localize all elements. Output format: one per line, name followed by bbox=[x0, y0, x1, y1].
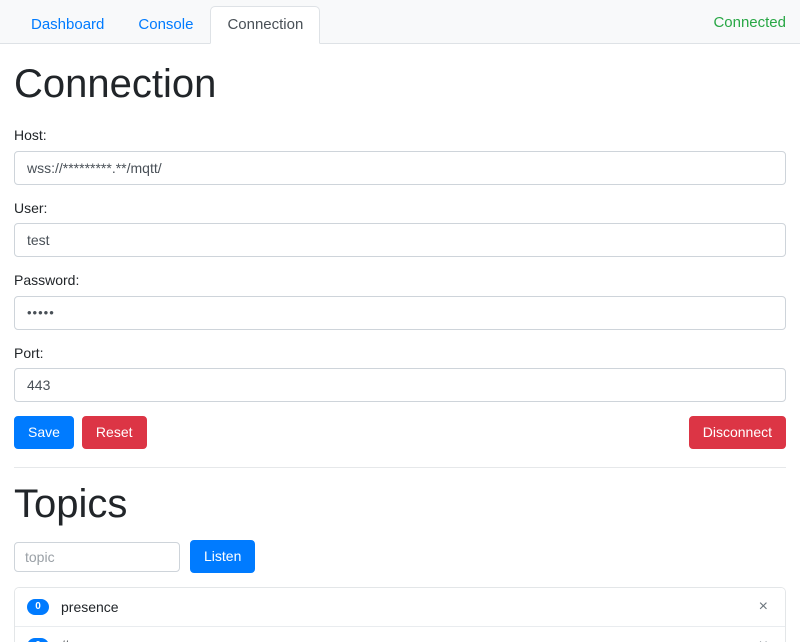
password-input[interactable] bbox=[14, 295, 786, 330]
topic-name: # bbox=[61, 636, 69, 642]
close-icon[interactable]: × bbox=[756, 636, 771, 642]
list-item[interactable]: 0 # × bbox=[15, 626, 785, 642]
tab-list: Dashboard Console Connection bbox=[14, 0, 321, 45]
tab-dashboard[interactable]: Dashboard bbox=[14, 6, 121, 45]
page-container: Connection Host: User: Password: Port: S… bbox=[0, 60, 800, 642]
user-label: User: bbox=[14, 199, 48, 216]
topics-title: Topics bbox=[14, 482, 128, 527]
connection-status-badge: Connected bbox=[713, 14, 786, 31]
section-divider bbox=[14, 467, 786, 469]
listen-button[interactable]: Listen bbox=[190, 540, 256, 574]
topic-name: presence bbox=[61, 598, 119, 615]
topic-subscribe-row: Listen bbox=[14, 540, 786, 574]
close-icon[interactable]: × bbox=[756, 597, 771, 617]
message-count-badge: 0 bbox=[27, 637, 49, 642]
port-input[interactable] bbox=[14, 368, 786, 403]
topic-list: 0 presence × 0 # × 2244 owntracks/samsun… bbox=[14, 587, 786, 642]
top-navbar: Dashboard Console Connection Connected bbox=[0, 0, 800, 44]
reset-button[interactable]: Reset bbox=[81, 416, 147, 450]
topic-input[interactable] bbox=[14, 541, 180, 572]
save-button[interactable]: Save bbox=[14, 416, 74, 450]
tab-console[interactable]: Console bbox=[121, 6, 210, 45]
host-input[interactable] bbox=[14, 150, 786, 185]
page-title: Connection bbox=[14, 62, 217, 106]
user-input[interactable] bbox=[14, 223, 786, 258]
disconnect-button[interactable]: Disconnect bbox=[688, 416, 786, 450]
message-count-badge: 0 bbox=[27, 599, 49, 616]
tab-connection[interactable]: Connection bbox=[210, 5, 321, 44]
port-label: Port: bbox=[14, 344, 44, 361]
list-item[interactable]: 0 presence × bbox=[15, 588, 785, 627]
connection-actions: Save Reset Disconnect bbox=[14, 416, 786, 450]
host-label: Host: bbox=[14, 127, 47, 143]
password-label: Password: bbox=[14, 272, 80, 289]
